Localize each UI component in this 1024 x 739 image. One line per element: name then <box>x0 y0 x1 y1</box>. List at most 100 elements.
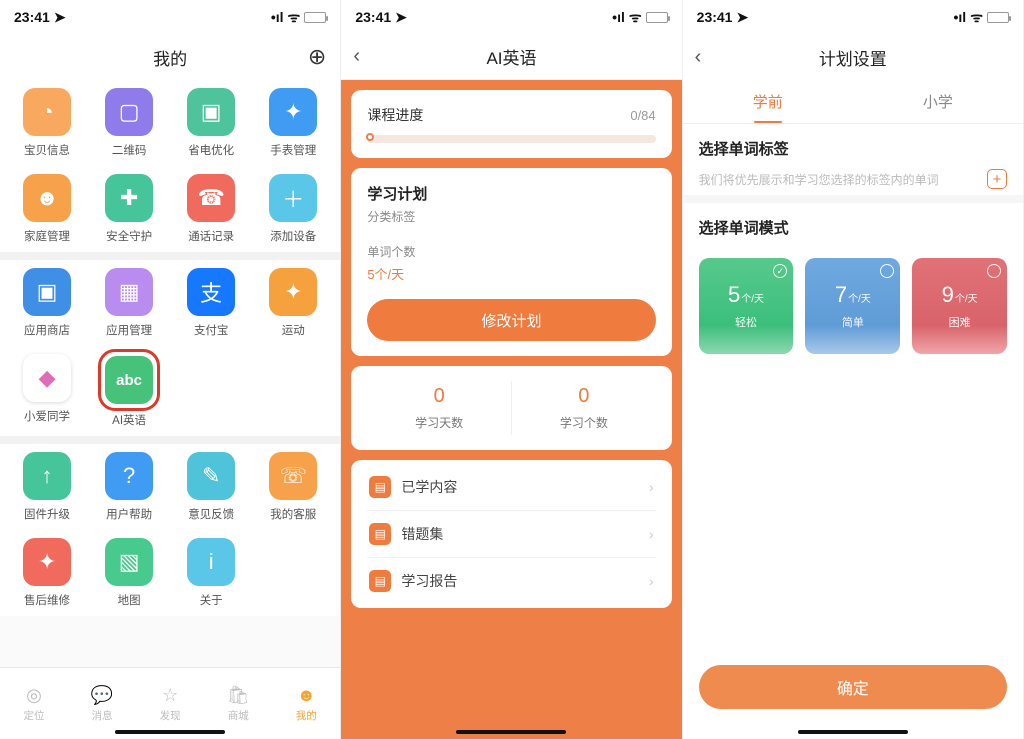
app-call-log[interactable]: ☎通话记录 <box>170 174 252 244</box>
xiaoai-label: 小爱同学 <box>24 408 70 424</box>
app-store-label: 应用商店 <box>24 322 70 338</box>
app-app-store[interactable]: ▣ 应用商店 <box>6 268 88 338</box>
sport-label: 运动 <box>282 322 305 338</box>
mode-tag: 轻松 <box>735 314 757 330</box>
add-icon[interactable]: ⊕ <box>308 44 326 70</box>
wrong-set-icon: ▤ <box>369 523 391 545</box>
about-label: 关于 <box>200 592 223 608</box>
signal-icon: •ıl <box>612 9 625 25</box>
xiaoai-icon: ◆ <box>23 354 71 402</box>
status-bar: 23:41 ➤ •ıl ᯤ <box>683 0 1023 34</box>
family-mgmt-icon: ☻ <box>23 174 71 222</box>
home-indicator[interactable] <box>115 730 225 734</box>
help-icon: ? <box>105 452 153 500</box>
chevron-right-icon: › <box>649 573 654 589</box>
app-feedback[interactable]: ✎意见反馈 <box>170 452 252 522</box>
app-baby-info[interactable]: ◔宝贝信息 <box>6 88 88 158</box>
menu-wrong-set[interactable]: ▤ 错题集 › <box>367 511 655 558</box>
mode-card-0[interactable]: ✓5个/天轻松 <box>699 258 794 354</box>
stat-count-label: 学习个数 <box>512 414 656 431</box>
tab-mine[interactable]: ☻ 我的 <box>272 668 340 739</box>
mode-card-1[interactable]: 7个/天简单 <box>805 258 900 354</box>
alipay-label: 支付宝 <box>194 322 229 338</box>
tab-shop[interactable]: 🛍商城 <box>204 668 272 739</box>
stat-days-num: 0 <box>367 385 511 408</box>
mode-card-2[interactable]: 9个/天困难 <box>912 258 1007 354</box>
menu-card: ▤已学内容› ▤ 错题集 › ▤ 学习报告 › <box>351 460 671 608</box>
app-safe-guard[interactable]: ✚ 安全守护 <box>88 174 170 244</box>
mode-section-title: 选择单词模式 <box>699 217 1007 238</box>
home-indicator[interactable] <box>798 730 908 734</box>
support-label: 我的客服 <box>270 506 316 522</box>
firmware-label: 固件升级 <box>24 506 70 522</box>
add-tag-button[interactable]: + <box>987 169 1007 189</box>
report-label: 学习报告 <box>401 571 639 591</box>
screen-plan-settings: 23:41 ➤ •ıl ᯤ ‹ 计划设置 学前小学 选择单词标签 我们将优先展示… <box>683 0 1024 739</box>
signal-icon: •ıl <box>954 9 967 25</box>
app-sport[interactable]: ✦ 运动 <box>252 268 334 338</box>
tab-mine-label: 我的 <box>296 708 317 723</box>
menu-report[interactable]: ▤ 学习报告 › <box>367 558 655 604</box>
app-help[interactable]: ?用户帮助 <box>88 452 170 522</box>
location-icon: ➤ <box>395 9 407 26</box>
tab-mine-icon: ☻ <box>295 684 317 706</box>
signal-icon: •ıl <box>271 9 284 25</box>
report-icon: ▤ <box>369 570 391 592</box>
level-tab-1[interactable]: 小学 <box>853 80 1023 123</box>
plan-sub: 分类标签 <box>367 208 655 225</box>
mode-tag: 简单 <box>842 314 864 330</box>
tab-locate[interactable]: ◎定位 <box>0 668 68 739</box>
app-map[interactable]: ▧地图 <box>88 538 170 608</box>
app-firmware[interactable]: ↑固件升级 <box>6 452 88 522</box>
tab-shop-icon: 🛍 <box>227 684 249 706</box>
app-alipay[interactable]: 支支付宝 <box>170 268 252 338</box>
wifi-icon: ᯤ <box>629 8 642 27</box>
tab-locate-label: 定位 <box>24 708 45 723</box>
app-repair[interactable]: ✦售后维修 <box>6 538 88 608</box>
app-support[interactable]: ☏ 我的客服 <box>252 452 334 522</box>
plan-count-label: 单词个数 <box>367 243 655 260</box>
app-xiaoai[interactable]: ◆ 小爱同学 <box>6 354 88 428</box>
tab-discover-icon: ☆ <box>159 684 181 706</box>
chevron-right-icon: › <box>649 526 654 542</box>
app-app-mgmt[interactable]: ▦应用管理 <box>88 268 170 338</box>
stat-days-label: 学习天数 <box>367 414 511 431</box>
feedback-label: 意见反馈 <box>188 506 234 522</box>
wrong-set-label: 错题集 <box>401 524 639 544</box>
home-indicator[interactable] <box>456 730 566 734</box>
baby-info-label: 宝贝信息 <box>24 142 70 158</box>
back-icon[interactable]: ‹ <box>353 45 360 68</box>
confirm-button[interactable]: 确定 <box>699 665 1007 709</box>
plan-count-value: 5个/天 <box>367 264 655 283</box>
screen-my: 23:41 ➤ •ıl ᯤ 我的 ⊕ ◔宝贝信息▢二维码▣省电优化✦手表管理☻家… <box>0 0 341 739</box>
level-tab-0[interactable]: 学前 <box>683 80 853 123</box>
back-icon[interactable]: ‹ <box>695 46 702 69</box>
app-watch-mgmt[interactable]: ✦手表管理 <box>252 88 334 158</box>
tab-msg[interactable]: 💬消息 <box>68 668 136 739</box>
app-add-device[interactable]: ＋添加设备 <box>252 174 334 244</box>
menu-learned[interactable]: ▤已学内容› <box>367 464 655 511</box>
power-save-label: 省电优化 <box>188 142 234 158</box>
nav-header: 我的 ⊕ <box>0 34 340 80</box>
app-store-icon: ▣ <box>23 268 71 316</box>
safe-guard-label: 安全守护 <box>106 228 152 244</box>
tab-discover[interactable]: ☆发现 <box>136 668 204 739</box>
app-qr-code[interactable]: ▢二维码 <box>88 88 170 158</box>
app-family-mgmt[interactable]: ☻家庭管理 <box>6 174 88 244</box>
time-label: 23:41 <box>355 9 391 25</box>
learned-label: 已学内容 <box>401 477 639 497</box>
app-power-save[interactable]: ▣ 省电优化 <box>170 88 252 158</box>
time-label: 23:41 <box>697 9 733 25</box>
app-mgmt-label: 应用管理 <box>106 322 152 338</box>
progress-value: 0/84 <box>630 108 655 123</box>
watch-mgmt-label: 手表管理 <box>270 142 316 158</box>
app-ai-english[interactable]: abcAI英语 <box>88 354 170 428</box>
sport-icon: ✦ <box>269 268 317 316</box>
about-icon: i <box>187 538 235 586</box>
modify-plan-button[interactable]: 修改计划 <box>367 299 655 341</box>
power-save-icon: ▣ <box>187 88 235 136</box>
support-icon: ☏ <box>269 452 317 500</box>
safe-guard-icon: ✚ <box>105 174 153 222</box>
nav-header: ‹ 计划设置 <box>683 34 1023 80</box>
app-about[interactable]: i 关于 <box>170 538 252 608</box>
